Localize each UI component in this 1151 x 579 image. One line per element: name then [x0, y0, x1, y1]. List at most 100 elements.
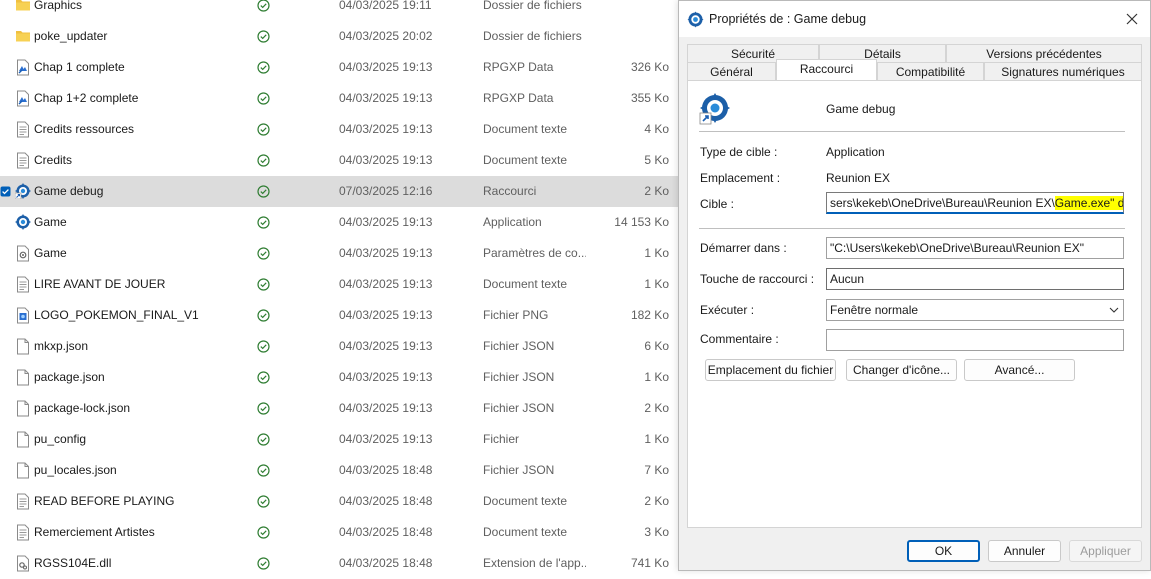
file-size: 6 Ko — [644, 339, 669, 353]
file-size: 2 Ko — [644, 401, 669, 415]
file-size: 326 Ko — [630, 60, 669, 74]
file-row[interactable]: pu_locales.json 04/03/2025 18:48 Fichier J… — [0, 455, 680, 486]
tab-compatibilite[interactable]: Compatibilité — [877, 62, 984, 80]
file-date: 04/03/2025 19:13 — [339, 339, 433, 353]
file-type: Raccourci — [483, 184, 537, 198]
file-row[interactable]: Chap 1 complete 04/03/2025 19:13 RPGXP Dat… — [0, 52, 680, 83]
file-row[interactable]: poke_updater 04/03/2025 20:02 Dossier de f… — [0, 21, 680, 52]
chevron-down-icon — [1109, 307, 1119, 313]
file-date: 04/03/2025 18:48 — [339, 556, 433, 570]
sync-status-icon — [257, 402, 270, 415]
apply-button[interactable]: Appliquer — [1069, 540, 1142, 562]
file-row[interactable]: package.json 04/03/2025 19:13 Fichier JSON… — [0, 362, 680, 393]
location-value: Reunion EX — [826, 171, 891, 185]
file-name: Chap 1 complete — [34, 60, 125, 74]
run-label: Exécuter : — [700, 303, 755, 317]
file-date: 07/03/2025 12:16 — [339, 184, 433, 198]
sync-status-icon — [257, 216, 270, 229]
text-file-icon — [15, 276, 31, 293]
folder-icon — [15, 0, 31, 14]
close-button[interactable] — [1120, 7, 1144, 31]
target-type-label: Type de cible : — [700, 145, 778, 159]
file-row[interactable]: Graphics 04/03/2025 19:11 Dossier de fichi… — [0, 0, 680, 21]
file-row[interactable]: Chap 1+2 complete 04/03/2025 19:13 RPGXP D… — [0, 83, 680, 114]
file-name: RGSS104E.dll — [34, 556, 112, 570]
sync-status-icon — [257, 0, 270, 12]
file-name: Credits — [34, 153, 73, 167]
file-type: Fichier JSON — [483, 463, 555, 477]
file-date: 04/03/2025 19:13 — [339, 370, 433, 384]
file-icon — [15, 338, 31, 355]
cancel-button[interactable]: Annuler — [988, 540, 1061, 562]
file-size: 2 Ko — [644, 494, 669, 508]
sync-status-icon — [257, 464, 270, 477]
tab-raccourci[interactable]: Raccourci — [776, 59, 877, 80]
file-icon — [15, 431, 31, 448]
file-size: 4 Ko — [644, 122, 669, 136]
open-file-location-button[interactable]: Emplacement du fichier — [705, 359, 836, 381]
file-type: Extension de l'app... — [483, 556, 586, 570]
file-size: 1 Ko — [644, 432, 669, 446]
dialog-titlebar[interactable]: Propriétés de : Game debug — [679, 1, 1150, 37]
file-row[interactable]: package-lock.json 04/03/2025 19:13 Fichier… — [0, 393, 680, 424]
hotkey-field[interactable]: Aucun — [826, 268, 1124, 290]
file-date: 04/03/2025 19:11 — [339, 0, 432, 12]
config-file-icon — [15, 245, 31, 262]
file-row[interactable]: LIRE AVANT DE JOUER 04/03/2025 19:13 Docum… — [0, 269, 680, 300]
target-type-value: Application — [826, 145, 885, 159]
text-file-icon — [15, 152, 31, 169]
file-name: Game debug — [34, 184, 104, 198]
tab-versions-precedentes[interactable]: Versions précédentes — [946, 44, 1142, 62]
dialog-title: Propriétés de : Game debug — [709, 12, 867, 26]
file-row[interactable]: Remerciement Artistes 04/03/2025 18:48 Doc… — [0, 517, 680, 548]
file-row[interactable]: Game debug 07/03/2025 12:16 Raccourci 2 Ko — [0, 176, 680, 207]
file-name: READ BEFORE PLAYING — [34, 494, 175, 508]
file-type: Fichier JSON — [483, 339, 555, 353]
sync-status-icon — [257, 557, 270, 570]
tab-general[interactable]: Général — [687, 62, 776, 80]
comment-field[interactable] — [826, 329, 1124, 351]
start-in-field[interactable]: "C:\Users\kekeb\OneDrive\Bureau\Reunion … — [826, 237, 1124, 259]
game-app-icon — [15, 214, 31, 231]
file-size: 182 Ko — [630, 308, 669, 322]
file-name: pu_config — [34, 432, 87, 446]
file-date: 04/03/2025 20:02 — [339, 29, 433, 43]
change-icon-button[interactable]: Changer d'icône... — [846, 359, 957, 381]
file-date: 04/03/2025 19:13 — [339, 215, 433, 229]
file-row[interactable]: LOGO_POKEMON_FINAL_V1 04/03/2025 19:13 Fic… — [0, 300, 680, 331]
file-type: Fichier JSON — [483, 401, 555, 415]
file-type: Dossier de fichiers — [483, 29, 582, 43]
advanced-button[interactable]: Avancé... — [964, 359, 1075, 381]
file-icon — [15, 369, 31, 386]
target-field[interactable]: sers\kekeb\OneDrive\Bureau\Reunion EX\Ga… — [826, 192, 1124, 214]
file-name: package-lock.json — [34, 401, 131, 415]
file-size: 14 153 Ko — [614, 215, 669, 229]
file-row[interactable]: Game 04/03/2025 19:13 Application 14 153 Ko — [0, 207, 680, 238]
file-date: 04/03/2025 18:48 — [339, 463, 433, 477]
ok-button[interactable]: OK — [907, 540, 980, 562]
run-dropdown[interactable]: Fenêtre normale — [826, 299, 1124, 321]
tab-signatures-numeriques[interactable]: Signatures numériques — [984, 62, 1142, 80]
sync-status-icon — [257, 185, 270, 198]
file-size: 1 Ko — [644, 370, 669, 384]
file-date: 04/03/2025 18:48 — [339, 494, 433, 508]
folder-icon — [15, 28, 31, 45]
selection-checkbox-icon[interactable] — [0, 186, 11, 197]
file-row[interactable]: READ BEFORE PLAYING 04/03/2025 18:48 Docum… — [0, 486, 680, 517]
file-row[interactable]: pu_config 04/03/2025 19:13 Fichier 1 Ko — [0, 424, 680, 455]
file-list: Graphics 04/03/2025 19:11 Dossier de fichi… — [0, 0, 680, 579]
comment-label: Commentaire : — [700, 332, 779, 346]
file-date: 04/03/2025 19:13 — [339, 122, 433, 136]
file-row[interactable]: mkxp.json 04/03/2025 19:13 Fichier JSON 6 K… — [0, 331, 680, 362]
text-file-icon — [15, 121, 31, 138]
file-row[interactable]: RGSS104E.dll 04/03/2025 18:48 Extension de… — [0, 548, 680, 579]
start-in-label: Démarrer dans : — [700, 241, 787, 255]
file-date: 04/03/2025 19:13 — [339, 91, 433, 105]
file-date: 04/03/2025 19:13 — [339, 153, 433, 167]
sync-status-icon — [257, 247, 270, 260]
file-row[interactable]: Game 04/03/2025 19:13 Paramètres de co... 1… — [0, 238, 680, 269]
file-name: Graphics — [34, 0, 83, 12]
file-row[interactable]: Credits 04/03/2025 19:13 Document texte 5 K… — [0, 145, 680, 176]
file-type: Document texte — [483, 494, 568, 508]
file-row[interactable]: Credits ressources 04/03/2025 19:13 Docume… — [0, 114, 680, 145]
